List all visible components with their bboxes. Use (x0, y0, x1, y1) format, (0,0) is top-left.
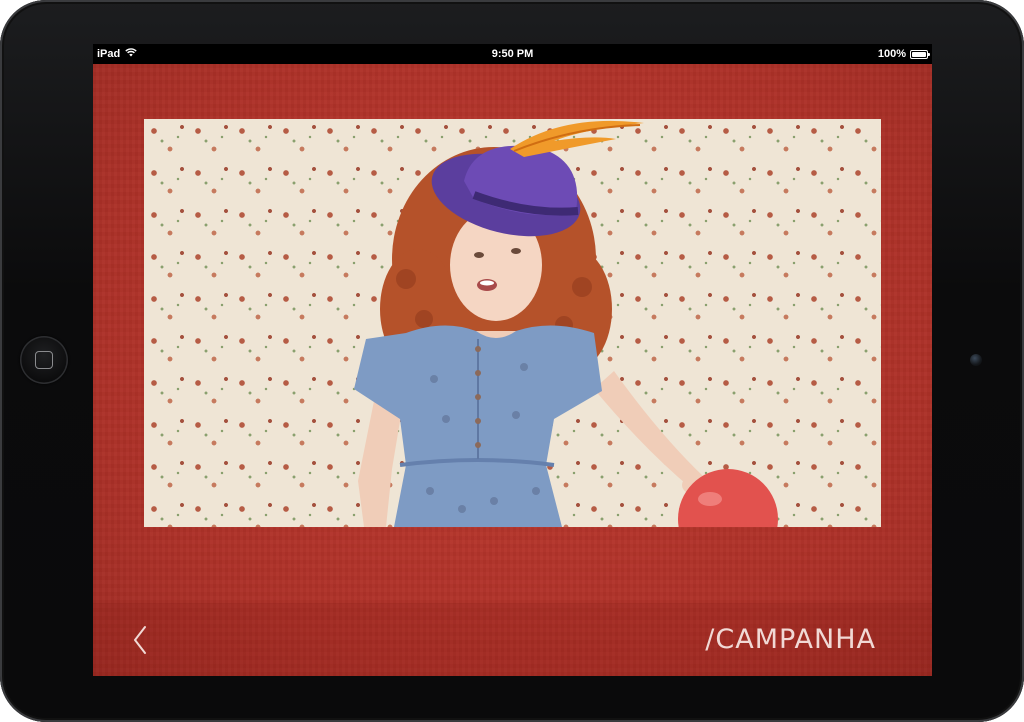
battery-percent: 100% (877, 48, 906, 60)
app-content: /CAMPANHA (93, 64, 932, 676)
campaign-photo (144, 119, 881, 527)
screen: iPad 9:50 PM 100% /CAMPANHA (93, 44, 932, 676)
home-square-icon (35, 351, 53, 369)
front-camera (970, 354, 982, 366)
campaign-photo-illustration (354, 120, 778, 527)
bottom-nav-bar: /CAMPANHA (93, 603, 932, 676)
back-button[interactable] (123, 623, 157, 657)
battery-fill (912, 51, 926, 57)
status-bar: iPad 9:50 PM 100% (93, 44, 932, 64)
status-time: 9:50 PM (491, 48, 534, 60)
home-button[interactable] (20, 336, 68, 384)
chevron-left-icon (134, 626, 146, 654)
section-title: /CAMPANHA (705, 624, 876, 655)
ipad-frame: iPad 9:50 PM 100% /CAMPANHA (0, 0, 1024, 722)
status-right: 100% (877, 48, 930, 60)
battery-icon (910, 49, 930, 59)
